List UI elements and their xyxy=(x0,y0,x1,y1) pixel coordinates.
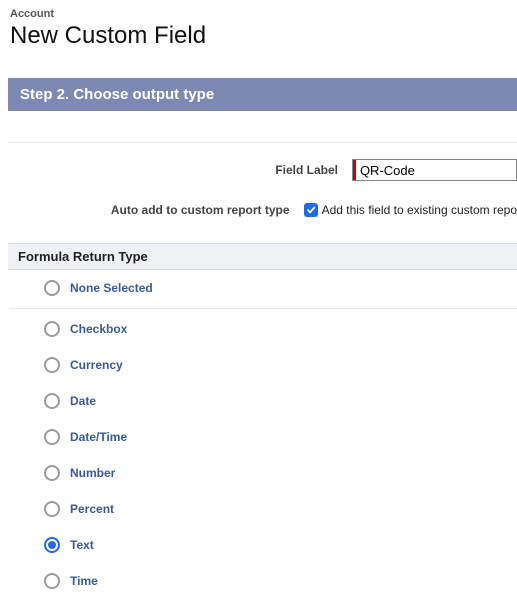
field-label-input[interactable] xyxy=(356,160,516,180)
return-type-option[interactable]: Number xyxy=(44,465,517,481)
return-type-option[interactable]: Date xyxy=(44,393,517,409)
return-type-label: Time xyxy=(70,574,98,588)
page-title: New Custom Field xyxy=(10,22,517,50)
field-label-caption: Field Label xyxy=(8,159,352,177)
radio-dot-icon xyxy=(48,541,56,549)
radio-icon xyxy=(44,429,60,445)
page-context: Account xyxy=(10,8,517,20)
return-type-label: Number xyxy=(70,466,115,480)
radio-icon xyxy=(44,280,60,296)
return-type-option[interactable]: Currency xyxy=(44,357,517,373)
return-type-label: Percent xyxy=(70,502,114,516)
return-type-label: Date/Time xyxy=(70,430,127,444)
return-type-label: Checkbox xyxy=(70,322,127,336)
radio-icon xyxy=(44,465,60,481)
return-type-radio-group: None Selected Checkbox Currency Date Date/Ti… xyxy=(10,270,517,589)
return-type-label: Text xyxy=(70,538,94,552)
return-type-label: None Selected xyxy=(70,281,153,295)
auto-add-checkbox-label: Add this field to existing custom repo xyxy=(322,203,517,217)
auto-add-caption: Auto add to custom report type xyxy=(8,203,304,217)
return-type-option[interactable]: Text xyxy=(44,537,517,553)
step-spacer xyxy=(8,111,517,143)
row-auto-add: Auto add to custom report type Add this … xyxy=(8,203,517,217)
radio-icon xyxy=(44,501,60,517)
radio-icon xyxy=(44,393,60,409)
divider xyxy=(10,308,517,309)
row-field-label: Field Label xyxy=(8,159,517,181)
return-type-section-header: Formula Return Type xyxy=(8,243,517,270)
check-icon xyxy=(306,205,316,215)
return-type-option[interactable]: Date/Time xyxy=(44,429,517,445)
return-type-option[interactable]: None Selected xyxy=(44,280,517,296)
radio-icon xyxy=(44,537,60,553)
return-type-option[interactable]: Checkbox xyxy=(44,321,517,337)
form-area: Field Label Auto add to custom report ty… xyxy=(8,143,517,243)
radio-icon xyxy=(44,321,60,337)
field-label-input-wrap[interactable] xyxy=(352,159,517,181)
auto-add-checkbox[interactable] xyxy=(304,203,318,217)
return-type-label: Date xyxy=(70,394,96,408)
return-type-option[interactable]: Percent xyxy=(44,501,517,517)
radio-icon xyxy=(44,357,60,373)
radio-icon xyxy=(44,573,60,589)
return-type-label: Currency xyxy=(70,358,123,372)
step-bar: Step 2. Choose output type xyxy=(8,78,517,111)
return-type-option[interactable]: Time xyxy=(44,573,517,589)
